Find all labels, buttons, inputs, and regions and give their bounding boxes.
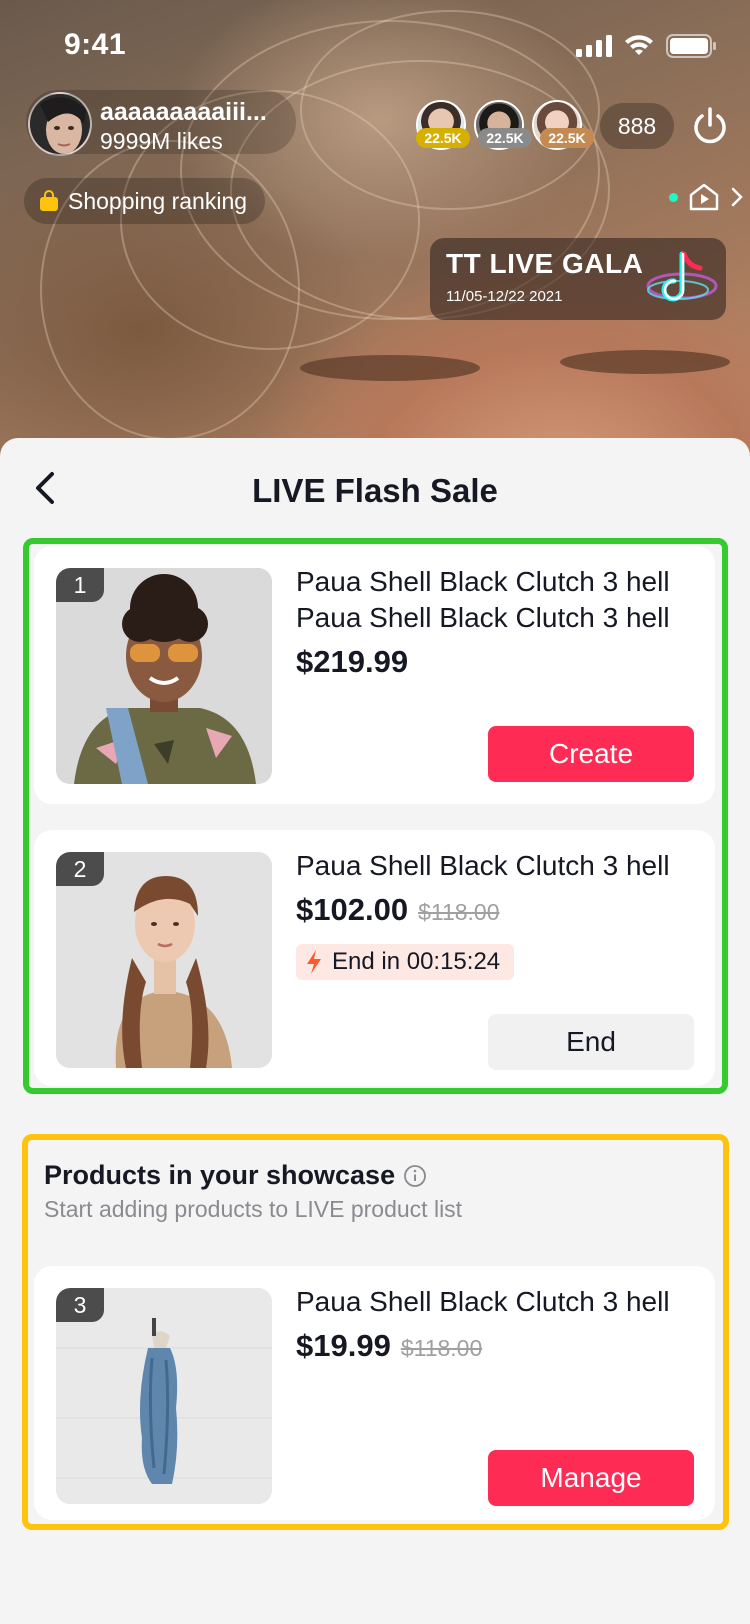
viewer-gift-badge: 22.5K: [540, 128, 594, 148]
viewer-gift-badge: 22.5K: [416, 128, 470, 148]
live-gala-banner[interactable]: TT LIVE GALA 11/05-12/22 2021: [430, 238, 726, 320]
gala-title: TT LIVE GALA: [446, 248, 644, 279]
host-name: aaaaaaaaaiii...: [100, 98, 267, 126]
chevron-right-icon[interactable]: [730, 186, 744, 208]
viewer-gift-badge: 22.5K: [478, 128, 532, 148]
rank-badge: 1: [56, 568, 104, 602]
live-home-icon[interactable]: [688, 182, 720, 212]
shopping-bag-icon: [40, 190, 58, 211]
tiktok-note-icon: [646, 251, 718, 302]
cellular-signal-icon: [576, 35, 612, 57]
battery-icon: [666, 34, 716, 58]
flash-sale-items-group: [23, 538, 728, 1094]
showcase-items-group: [22, 1134, 729, 1530]
wifi-icon: [625, 35, 653, 55]
host-likes: 9999M likes: [100, 128, 223, 154]
gala-dates: 11/05-12/22 2021: [446, 288, 563, 305]
shopping-ranking-button[interactable]: Shopping ranking: [24, 178, 266, 224]
sheet-title: LIVE Flash Sale: [252, 472, 498, 509]
shopping-ranking-label: Shopping ranking: [68, 187, 248, 214]
rank-badge: 3: [56, 1288, 104, 1322]
status-time: 9:41: [64, 28, 127, 61]
power-icon[interactable]: [690, 106, 730, 146]
viewer-count[interactable]: 888: [600, 103, 674, 149]
online-dot: [669, 192, 678, 202]
host-avatar[interactable]: [28, 92, 92, 156]
rank-badge: 2: [56, 852, 104, 886]
status-bar: 9:41: [0, 0, 750, 94]
sheet-header: LIVE Flash Sale: [0, 438, 750, 538]
right-tools: [669, 182, 744, 212]
